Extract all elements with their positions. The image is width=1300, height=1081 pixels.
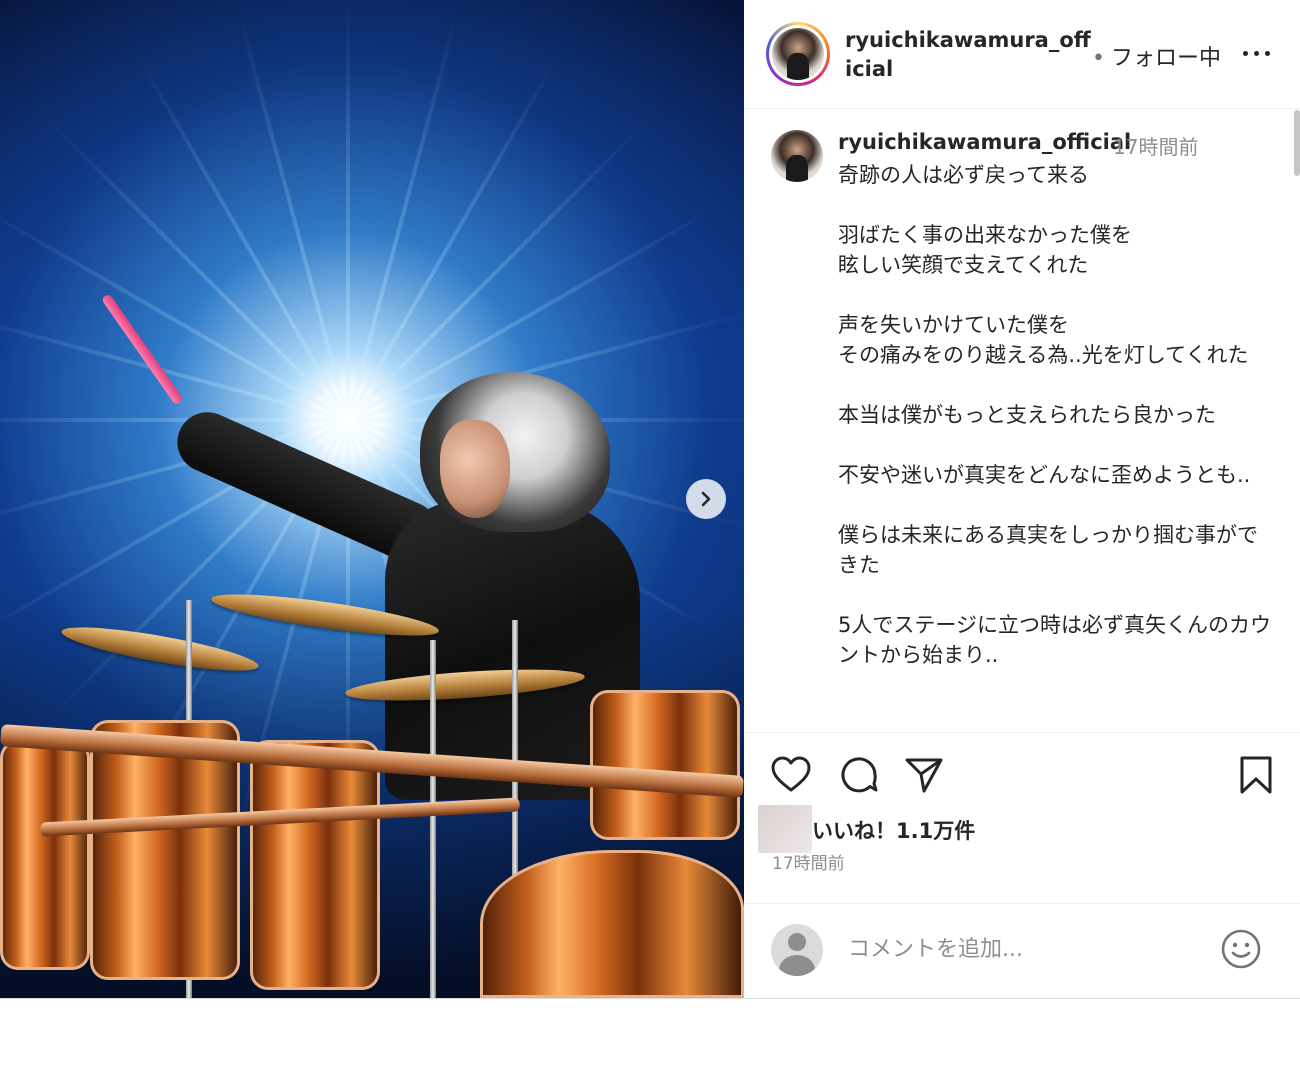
- paper-plane-icon: [905, 758, 943, 793]
- scrollbar-thumb[interactable]: [1294, 110, 1300, 176]
- instagram-post: ryuichikawamura_official • フォロー中 ryuichik…: [0, 0, 1300, 999]
- caption-paragraph: 羽ばたく事の出来なかった僕を 眩しい笑顔で支えてくれた: [838, 223, 1132, 277]
- add-comment-row: [744, 903, 1300, 1000]
- chevron-right-icon: [701, 491, 711, 507]
- heart-icon: [771, 756, 811, 792]
- comment-button[interactable]: [837, 753, 881, 797]
- post-photo[interactable]: [0, 0, 744, 998]
- caption-paragraph: 不安や迷いが真実をどんなに歪めようとも..: [838, 463, 1251, 487]
- follow-label: フォロー中: [1110, 46, 1221, 71]
- caption-username[interactable]: ryuichikawamura_official: [838, 130, 1131, 154]
- header-username[interactable]: ryuichikawamura_official: [845, 26, 1095, 84]
- follow-separator: •: [1092, 46, 1105, 71]
- post-timestamp: 17時間前: [772, 854, 845, 874]
- following-button[interactable]: • フォロー中: [1092, 40, 1221, 72]
- caption-timestamp: 17時間前: [1113, 135, 1199, 159]
- drum-kit: [0, 586, 744, 998]
- caption-paragraph: 僕らは未来にある真実をしっかり掴む事ができた: [838, 523, 1258, 577]
- caption-paragraph: 本当は僕がもっと支えられたら良かった: [838, 403, 1216, 427]
- liker-thumbnail[interactable]: [758, 805, 812, 853]
- user-avatar-placeholder: [771, 924, 823, 976]
- like-button[interactable]: [769, 753, 813, 797]
- emoji-button[interactable]: [1220, 928, 1262, 970]
- story-ring[interactable]: [766, 22, 830, 86]
- emoji-smile-icon: [1221, 929, 1261, 969]
- action-bar: いいね！1.1万件 17時間前: [744, 732, 1300, 999]
- caption-text: 奇跡の人は必ず戻って来る 羽ばたく事の出来なかった僕を 眩しい笑顔で支えてくれた…: [838, 160, 1278, 700]
- caption-avatar[interactable]: [771, 130, 823, 182]
- avatar: [772, 28, 824, 80]
- save-button[interactable]: [1234, 753, 1278, 797]
- bookmark-icon: [1240, 756, 1272, 794]
- post-header: ryuichikawamura_official • フォロー中: [744, 0, 1300, 109]
- caption-paragraph: 声を失いかけていた僕を その痛みをのり越える為..光を灯してくれた: [838, 313, 1249, 367]
- drummer-face: [440, 420, 510, 518]
- likes-count[interactable]: いいね！1.1万件: [812, 815, 975, 845]
- caption-paragraph: 5人でステージに立つ時は必ず真矢くんのカウントから始まり..: [838, 613, 1271, 667]
- more-options-button[interactable]: [1238, 38, 1274, 68]
- post-side-panel: ryuichikawamura_official • フォロー中 ryuichik…: [744, 0, 1300, 998]
- caption-area[interactable]: ryuichikawamura_official 17時間前 奇跡の人は必ず戻っ…: [744, 110, 1300, 730]
- more-horizontal-icon: [1240, 50, 1273, 56]
- drumstick: [100, 293, 184, 406]
- comment-bubble-icon: [841, 757, 878, 793]
- caption-paragraph: 奇跡の人は必ず戻って来る: [838, 163, 1089, 187]
- comment-input[interactable]: [846, 930, 1190, 968]
- share-button[interactable]: [902, 753, 946, 797]
- next-photo-button[interactable]: [686, 479, 726, 519]
